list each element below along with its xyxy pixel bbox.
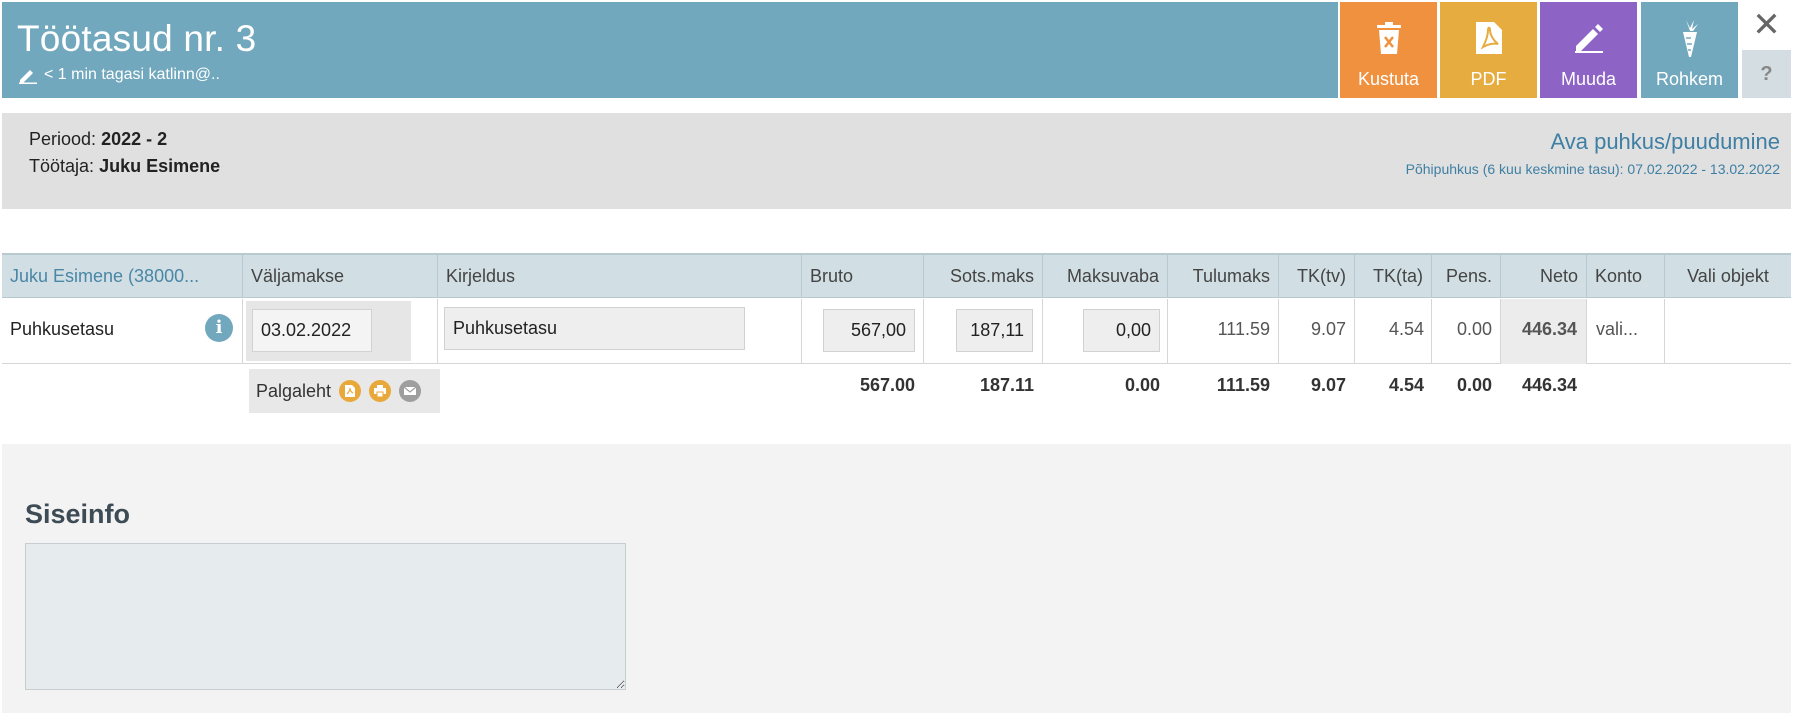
col-object: Vali objekt: [1687, 266, 1769, 286]
period-value: 2022 - 2: [101, 129, 168, 149]
total-tk-ta: 4.54: [1388, 375, 1424, 395]
page-header: Töötasud nr. 3 < 1 min tagasi katlinn@..: [2, 2, 1338, 98]
close-icon: ✕: [1752, 6, 1781, 44]
total-income-tax: 111.59: [1216, 375, 1270, 395]
social-tax-input[interactable]: 187,11: [956, 309, 1033, 352]
employee-label: Töötaja:: [29, 156, 95, 176]
pension-value: 0.00: [1456, 319, 1492, 339]
payslip-box: Palgaleht: [249, 369, 440, 413]
close-button[interactable]: ✕: [1742, 2, 1791, 48]
more-button[interactable]: Rohkem: [1641, 2, 1738, 98]
table-row: Puhkusetasu i 03.02.2022 Puhkusetasu 567…: [2, 299, 1791, 364]
total-tax-free: 0.00: [1124, 375, 1160, 395]
col-income-tax: Tulumaks: [1168, 255, 1279, 298]
edit-label: Muuda: [1560, 69, 1617, 89]
payslip-label: Palgaleht: [256, 380, 332, 401]
help-icon: ?: [1760, 62, 1773, 85]
gross-input[interactable]: 567,00: [823, 309, 915, 352]
last-edited-info: < 1 min tagasi katlinn@..: [18, 66, 220, 84]
info-icon[interactable]: i: [205, 314, 233, 342]
edit-button[interactable]: Muuda: [1540, 2, 1637, 98]
payroll-info-panel: Periood: 2022 - 2 Töötaja: Juku Esimene …: [2, 113, 1791, 209]
pdf-icon[interactable]: [339, 380, 362, 402]
pencil-icon: [19, 70, 37, 84]
tax-free-input[interactable]: 0,00: [1083, 309, 1160, 352]
col-pension: Pens.: [1432, 255, 1501, 298]
col-payout: Väljamakse: [243, 255, 438, 298]
more-label: Rohkem: [1655, 69, 1724, 89]
internal-info-textarea[interactable]: [25, 543, 626, 690]
tk-ta-value: 4.54: [1388, 319, 1424, 339]
total-pension: 0.00: [1456, 375, 1492, 395]
internal-info-section: Siseinfo: [2, 444, 1791, 713]
table-header: Juku Esimene (38000... Väljamakse Kirjel…: [2, 253, 1791, 298]
pencil-icon: [1571, 20, 1607, 56]
internal-info-title: Siseinfo: [25, 499, 131, 529]
period-label: Periood:: [29, 129, 97, 149]
row-label: Puhkusetasu: [10, 319, 115, 339]
employee-line: Töötaja: Juku Esimene: [29, 156, 220, 177]
total-net: 446.34: [1521, 375, 1577, 395]
delete-button[interactable]: Kustuta: [1340, 2, 1437, 98]
pdf-button[interactable]: PDF: [1440, 2, 1537, 98]
col-social-tax: Sots.maks: [924, 255, 1043, 298]
total-social-tax: 187.11: [979, 375, 1034, 395]
leave-detail-text: Põhipuhkus (6 kuu keskmine tasu): 07.02.…: [1405, 161, 1780, 177]
employee-value: Juku Esimene: [99, 156, 221, 176]
col-account: Konto: [1587, 255, 1665, 298]
payout-date-input[interactable]: 03.02.2022: [252, 309, 372, 352]
trash-icon: [1371, 20, 1407, 56]
last-edited-text: < 1 min tagasi katlinn@..: [44, 66, 220, 83]
help-button[interactable]: ?: [1742, 50, 1791, 98]
delete-label: Kustuta: [1357, 69, 1420, 89]
col-description: Kirjeldus: [438, 255, 802, 298]
email-icon[interactable]: [399, 380, 422, 402]
period-line: Periood: 2022 - 2: [29, 129, 167, 150]
col-tax-free: Maksuvaba: [1043, 255, 1168, 298]
total-gross: 567.00: [859, 375, 915, 395]
print-icon[interactable]: [369, 380, 392, 402]
net-value: 446.34: [1521, 319, 1577, 339]
account-select[interactable]: vali...: [1596, 319, 1638, 340]
income-tax-value: 111.59: [1217, 319, 1270, 339]
col-tk-ta: TK(ta): [1355, 255, 1432, 298]
tk-tv-value: 9.07: [1310, 319, 1346, 339]
open-leave-link[interactable]: Ava puhkus/puudumine: [1550, 129, 1780, 155]
page-title: Töötasud nr. 3: [17, 18, 257, 59]
col-employee[interactable]: Juku Esimene (38000...: [2, 255, 243, 298]
col-net: Neto: [1501, 255, 1587, 298]
carrot-icon: [1672, 20, 1708, 57]
col-gross: Bruto: [802, 255, 924, 298]
description-input[interactable]: Puhkusetasu: [444, 307, 745, 350]
totals-row: Palgaleht 567.00 187.11 0.00 111.59 9.07…: [2, 365, 1791, 417]
total-tk-tv: 9.07: [1310, 375, 1346, 395]
col-tk-tv: TK(tv): [1279, 255, 1355, 298]
pdf-label: PDF: [1470, 69, 1507, 89]
pdf-file-icon: [1471, 20, 1507, 56]
